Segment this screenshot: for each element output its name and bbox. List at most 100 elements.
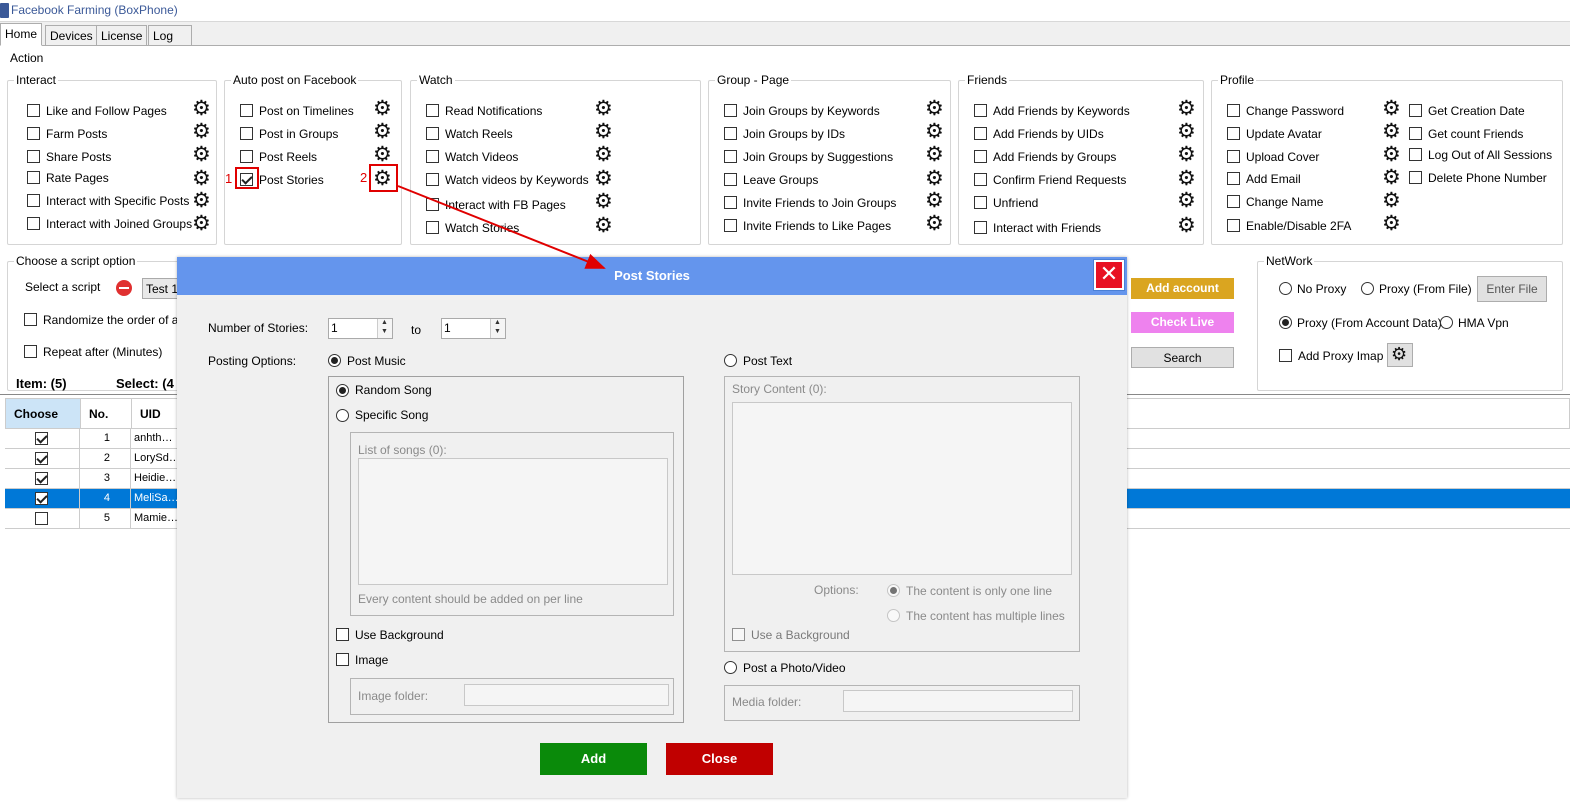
- annotation-number-2: 2: [360, 170, 368, 185]
- col-choose[interactable]: Choose: [6, 399, 81, 428]
- radio-proxy-file[interactable]: [1361, 282, 1374, 295]
- group-friends-title: Friends: [965, 73, 1010, 87]
- group-interact: Interact Like and Follow Pages Farm Post…: [7, 73, 217, 245]
- annotation-number-1: 1: [225, 171, 233, 186]
- item-count: Item: (5): [16, 376, 67, 391]
- search-button[interactable]: Search: [1131, 347, 1234, 368]
- close-icon[interactable]: ✕: [1093, 259, 1125, 291]
- gear-icon[interactable]: ⚙: [1177, 168, 1196, 189]
- stories-from-stepper[interactable]: 1: [328, 318, 393, 339]
- add-account-button[interactable]: Add account: [1131, 278, 1234, 299]
- radio-specific-song[interactable]: [336, 409, 349, 422]
- remove-icon[interactable]: [116, 280, 132, 296]
- stories-to-stepper[interactable]: 1: [441, 318, 506, 339]
- gear-icon[interactable]: ⚙: [192, 190, 211, 211]
- gear-icon[interactable]: ⚙: [925, 144, 944, 165]
- gear-icon[interactable]: ⚙: [594, 168, 613, 189]
- random-song-label: Random Song: [355, 383, 432, 397]
- radio-one-line[interactable]: [887, 584, 900, 597]
- row-checkbox[interactable]: [35, 432, 48, 445]
- gear-icon[interactable]: ⚙: [594, 191, 613, 212]
- gear-icon[interactable]: ⚙: [373, 121, 392, 142]
- gear-icon[interactable]: ⚙: [1177, 144, 1196, 165]
- select-count: Select: (4: [116, 376, 174, 391]
- image-folder-input[interactable]: [464, 684, 669, 706]
- multi-line-label: The content has multiple lines: [906, 609, 1065, 623]
- radio-hma-vpn[interactable]: [1440, 316, 1453, 329]
- col-no[interactable]: No.: [81, 399, 132, 428]
- gear-icon[interactable]: ⚙: [1382, 190, 1401, 211]
- image-folder-label: Image folder:: [358, 689, 429, 703]
- group-autopost-title: Auto post on Facebook: [231, 73, 359, 87]
- songs-textarea[interactable]: [358, 458, 668, 585]
- radio-no-proxy[interactable]: [1279, 282, 1292, 295]
- gear-icon[interactable]: ⚙: [373, 144, 392, 165]
- gear-icon[interactable]: ⚙: [594, 215, 613, 236]
- radio-post-text[interactable]: [724, 354, 737, 367]
- action-label: Action: [10, 51, 44, 65]
- network-title: NetWork: [1264, 254, 1315, 268]
- gear-icon[interactable]: ⚙: [192, 168, 211, 189]
- gear-icon[interactable]: ⚙: [1382, 213, 1401, 234]
- gear-icon[interactable]: ⚙: [1382, 121, 1401, 142]
- gear-icon[interactable]: ⚙: [1382, 167, 1401, 188]
- gear-icon[interactable]: ⚙: [1177, 98, 1196, 119]
- story-content-label: Story Content (0):: [732, 382, 827, 396]
- gear-icon[interactable]: ⚙: [594, 144, 613, 165]
- post-text-label: Post Text: [743, 354, 793, 368]
- group-profile-title: Profile: [1218, 73, 1257, 87]
- tab-home[interactable]: Home: [0, 23, 43, 46]
- radio-post-photo-video[interactable]: [724, 661, 737, 674]
- row-checkbox[interactable]: [35, 472, 48, 485]
- gear-icon[interactable]: ⚙: [192, 213, 211, 234]
- radio-proxy-account[interactable]: [1279, 316, 1292, 329]
- gear-icon[interactable]: ⚙: [925, 190, 944, 211]
- main-tabs: Home Devices License Log: [0, 23, 1570, 46]
- group-profile: Profile Change Password Update Avatar Up…: [1211, 73, 1563, 245]
- gear-icon[interactable]: ⚙: [1177, 121, 1196, 142]
- highlight-post-stories-gear: [369, 164, 398, 192]
- radio-multi-line[interactable]: [887, 609, 900, 622]
- row-checkbox[interactable]: [35, 512, 48, 525]
- gear-icon[interactable]: ⚙: [1177, 190, 1196, 211]
- proxy-account-label: Proxy (From Account Data): [1297, 316, 1442, 330]
- media-folder-input[interactable]: [843, 690, 1073, 712]
- gear-icon[interactable]: ⚙: [925, 98, 944, 119]
- add-button[interactable]: Add: [540, 743, 647, 775]
- close-button[interactable]: Close: [666, 743, 773, 775]
- gear-icon[interactable]: ⚙: [192, 144, 211, 165]
- story-content-textarea[interactable]: [732, 402, 1072, 575]
- tab-log[interactable]: Log: [148, 25, 192, 46]
- gear-icon[interactable]: ⚙: [925, 121, 944, 142]
- tab-license[interactable]: License: [96, 25, 148, 46]
- gear-icon[interactable]: ⚙: [1382, 98, 1401, 119]
- gear-icon[interactable]: ⚙: [192, 98, 211, 119]
- gear-icon[interactable]: ⚙: [1177, 215, 1196, 236]
- highlight-post-stories-checkbox: [235, 167, 259, 189]
- group-watch: Watch Read Notifications Watch Reels Wat…: [410, 73, 701, 245]
- radio-random-song[interactable]: [336, 384, 349, 397]
- songs-panel: List of songs (0): Every content should …: [350, 432, 674, 616]
- row-checkbox[interactable]: [35, 492, 48, 505]
- group-interact-title: Interact: [14, 73, 59, 87]
- tab-devices[interactable]: Devices: [45, 25, 98, 46]
- check-live-button[interactable]: Check Live: [1131, 312, 1234, 333]
- songs-hint: Every content should be added on per lin…: [358, 592, 583, 606]
- radio-post-music[interactable]: [328, 354, 341, 367]
- app-icon: [0, 3, 9, 18]
- proxy-imap-settings-button[interactable]: ⚙: [1387, 343, 1413, 367]
- gear-icon[interactable]: ⚙: [925, 213, 944, 234]
- gear-icon[interactable]: ⚙: [594, 121, 613, 142]
- specific-song-label: Specific Song: [355, 408, 429, 422]
- enter-file-button[interactable]: Enter File: [1477, 276, 1547, 302]
- gear-icon[interactable]: ⚙: [594, 98, 613, 119]
- options-label: Options:: [814, 583, 859, 597]
- gear-icon[interactable]: ⚙: [925, 168, 944, 189]
- group-autopost: Auto post on Facebook Post on Timelines …: [224, 73, 402, 245]
- dialog-title: Post Stories: [177, 257, 1127, 295]
- gear-icon[interactable]: ⚙: [192, 121, 211, 142]
- gear-icon[interactable]: ⚙: [1382, 144, 1401, 165]
- posting-options-label: Posting Options:: [208, 354, 297, 368]
- row-checkbox[interactable]: [35, 452, 48, 465]
- gear-icon[interactable]: ⚙: [373, 98, 392, 119]
